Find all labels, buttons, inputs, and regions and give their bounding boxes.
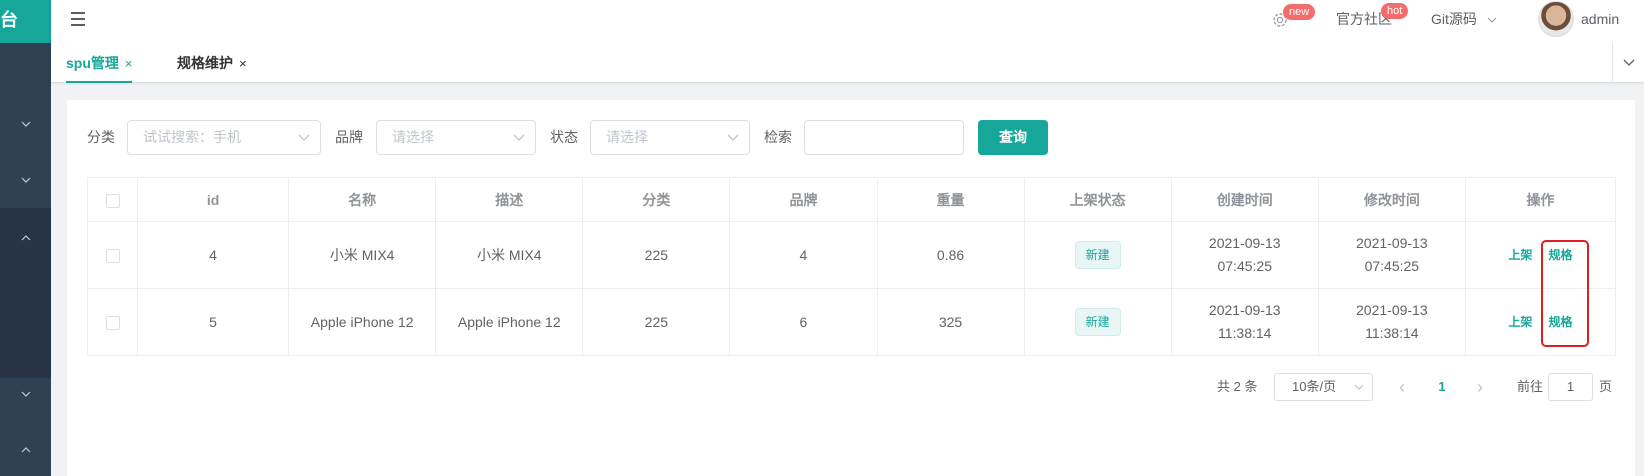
chevron-down-icon bbox=[298, 134, 310, 141]
chevron-down-icon bbox=[1354, 384, 1364, 390]
header-desc[interactable]: 描述 bbox=[435, 177, 584, 222]
header-status[interactable]: 上架状态 bbox=[1023, 177, 1172, 222]
chevron-down-icon bbox=[727, 134, 739, 141]
row-checkbox[interactable] bbox=[86, 288, 139, 356]
select-all-checkbox[interactable] bbox=[86, 177, 139, 222]
cell-id: 5 bbox=[137, 288, 290, 356]
status-select[interactable]: 请选择 bbox=[590, 120, 750, 155]
spec-button[interactable]: 规格 bbox=[1548, 315, 1572, 329]
cell-brand: 6 bbox=[729, 288, 878, 356]
tags-view: spu管理 × 规格维护 × bbox=[51, 43, 1644, 83]
tab-label: spu管理 bbox=[66, 55, 119, 71]
cell-name: Apple iPhone 12 bbox=[288, 288, 437, 356]
brand-placeholder: 请选择 bbox=[392, 129, 434, 145]
user-avatar[interactable] bbox=[1538, 1, 1574, 37]
goto-page-input[interactable]: 1 bbox=[1548, 373, 1593, 401]
cell-weight: 0.86 bbox=[876, 221, 1025, 289]
table-header-row: id 名称 描述 分类 品牌 重量 上架状态 创建时间 修改时间 操作 bbox=[86, 177, 1617, 222]
category-placeholder: 试试搜索：手机 bbox=[143, 129, 241, 145]
sidebar-submenu-5[interactable] bbox=[0, 422, 51, 476]
chevron-down-icon bbox=[1623, 59, 1635, 66]
table-row: 5 Apple iPhone 12 Apple iPhone 12 225 6 … bbox=[86, 288, 1617, 356]
page-number-current[interactable]: 1 bbox=[1428, 373, 1456, 401]
query-button[interactable]: 查询 bbox=[978, 120, 1048, 155]
status-placeholder: 请选择 bbox=[606, 129, 648, 145]
cell-created: 2021-09-13 11:38:14 bbox=[1170, 288, 1319, 356]
cell-modified: 2021-09-13 07:45:25 bbox=[1317, 221, 1466, 289]
cell-actions: 上架 规格 bbox=[1464, 221, 1617, 289]
cell-modified: 2021-09-13 11:38:14 bbox=[1317, 288, 1466, 356]
cell-desc: 小米 MIX4 bbox=[435, 221, 584, 289]
chevron-down-icon bbox=[20, 388, 32, 400]
header-name[interactable]: 名称 bbox=[288, 177, 437, 222]
header-created[interactable]: 创建时间 bbox=[1170, 177, 1319, 222]
cell-weight: 325 bbox=[876, 288, 1025, 356]
hamburger-icon[interactable] bbox=[69, 9, 91, 31]
status-label: 状态 bbox=[550, 129, 578, 145]
cell-created: 2021-09-13 07:45:25 bbox=[1170, 221, 1319, 289]
cell-status: 新建 bbox=[1023, 288, 1172, 356]
cell-desc: Apple iPhone 12 bbox=[435, 288, 584, 356]
sidebar-submenu-3[interactable] bbox=[0, 208, 51, 378]
cell-status: 新建 bbox=[1023, 221, 1172, 289]
pagination-total: 共 2 条 bbox=[1217, 379, 1258, 394]
header-id[interactable]: id bbox=[137, 177, 290, 222]
next-page-button[interactable]: › bbox=[1466, 373, 1494, 401]
tab-spu-management[interactable]: spu管理 × bbox=[66, 43, 133, 83]
chevron-down-icon bbox=[1487, 17, 1497, 24]
header-actions: 操作 bbox=[1464, 177, 1617, 222]
row-checkbox[interactable] bbox=[86, 221, 139, 289]
close-icon[interactable]: × bbox=[125, 56, 133, 71]
chevron-down-icon bbox=[513, 134, 525, 141]
page-size-value: 10条/页 bbox=[1292, 379, 1337, 394]
status-tag: 新建 bbox=[1074, 241, 1121, 269]
brand-label: 品牌 bbox=[335, 129, 363, 145]
cell-actions: 上架 规格 bbox=[1464, 288, 1617, 356]
git-source-label: Git源码 bbox=[1431, 11, 1477, 27]
header-category[interactable]: 分类 bbox=[582, 177, 731, 222]
publish-button[interactable]: 上架 bbox=[1508, 248, 1532, 262]
page-size-select[interactable]: 10条/页 bbox=[1274, 373, 1373, 401]
header-modified[interactable]: 修改时间 bbox=[1317, 177, 1466, 222]
tags-dropdown[interactable] bbox=[1612, 43, 1644, 83]
cell-brand: 4 bbox=[729, 221, 878, 289]
chevron-down-icon bbox=[20, 118, 32, 130]
header-brand[interactable]: 品牌 bbox=[729, 177, 878, 222]
spu-table: id 名称 描述 分类 品牌 重量 上架状态 创建时间 修改时间 操作 4 小米… bbox=[86, 177, 1617, 356]
close-icon[interactable]: × bbox=[239, 56, 247, 71]
goto-suffix: 页 bbox=[1599, 379, 1613, 394]
goto-prefix: 前往 bbox=[1517, 379, 1544, 394]
username[interactable]: admin bbox=[1581, 0, 1619, 43]
git-source-dropdown[interactable]: Git源码 bbox=[1431, 0, 1497, 43]
chevron-down-icon bbox=[20, 174, 32, 186]
header-weight[interactable]: 重量 bbox=[876, 177, 1025, 222]
chevron-up-icon bbox=[20, 444, 32, 456]
brand-select[interactable]: 请选择 bbox=[376, 120, 536, 155]
hot-badge: hot bbox=[1381, 3, 1409, 19]
chevron-up-icon bbox=[20, 232, 32, 244]
spec-button[interactable]: 规格 bbox=[1548, 248, 1572, 262]
logo[interactable]: 台 bbox=[0, 0, 51, 43]
prev-page-button[interactable]: ‹ bbox=[1388, 373, 1416, 401]
sidebar-submenu-4[interactable] bbox=[0, 366, 51, 422]
cell-category: 225 bbox=[582, 288, 731, 356]
tab-spec-maintenance[interactable]: 规格维护 × bbox=[177, 43, 247, 83]
publish-button[interactable]: 上架 bbox=[1508, 315, 1532, 329]
new-badge: new bbox=[1283, 4, 1316, 20]
cell-name: 小米 MIX4 bbox=[288, 221, 437, 289]
search-input[interactable] bbox=[804, 120, 964, 155]
cell-id: 4 bbox=[137, 221, 290, 289]
status-tag: 新建 bbox=[1074, 308, 1121, 336]
cell-category: 225 bbox=[582, 221, 731, 289]
table-row: 4 小米 MIX4 小米 MIX4 225 4 0.86 新建 2021-09-… bbox=[86, 221, 1617, 289]
sidebar-submenu-2[interactable] bbox=[0, 152, 51, 208]
navbar: new 官方社区 hot Git源码 admin bbox=[51, 0, 1644, 43]
search-label: 检索 bbox=[764, 129, 792, 145]
sidebar-submenu-1[interactable] bbox=[0, 96, 51, 152]
category-label: 分类 bbox=[87, 129, 115, 145]
tab-label: 规格维护 bbox=[177, 55, 233, 71]
category-select[interactable]: 试试搜索：手机 bbox=[127, 120, 321, 155]
sidebar: 台 bbox=[0, 0, 51, 476]
